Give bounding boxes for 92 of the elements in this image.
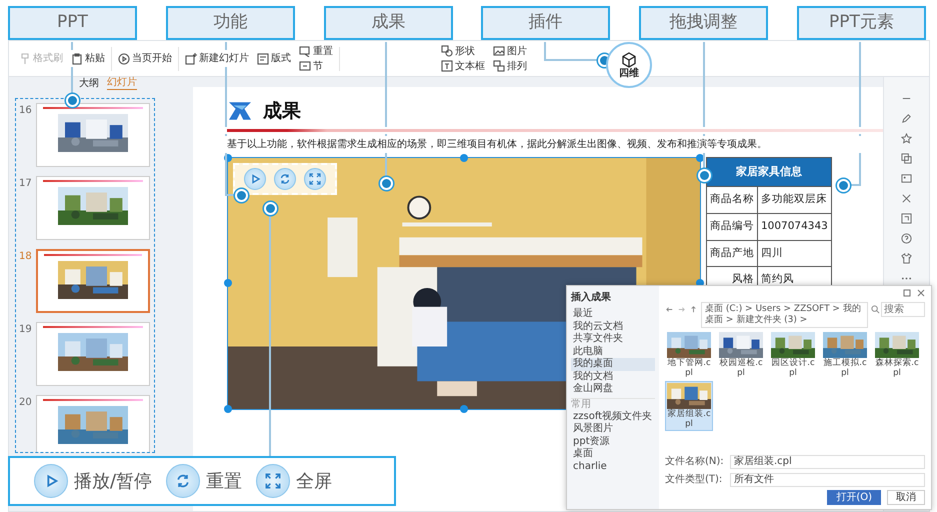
cube-icon	[621, 52, 637, 68]
toolbar-button[interactable]: 重置	[297, 44, 335, 58]
add-slide-icon	[185, 52, 197, 64]
slide-thumbnail[interactable]	[36, 103, 150, 167]
table-cell: 1007074343	[758, 213, 832, 240]
help-icon[interactable]	[901, 233, 912, 244]
section-icon	[299, 60, 311, 72]
shirt-icon[interactable]	[901, 253, 912, 264]
leader-line	[71, 67, 73, 94]
toolbar-button[interactable]: 当页开始	[116, 52, 174, 65]
logo-icon	[227, 100, 253, 122]
close-icon[interactable]	[917, 289, 925, 297]
fullscreen-icon	[265, 473, 282, 489]
table-cell: 多功能双层床	[758, 186, 832, 214]
brush-icon	[19, 52, 31, 64]
player-button[interactable]	[256, 464, 290, 498]
field-label: 文件类型(T):	[665, 472, 724, 487]
toolbar-button[interactable]: 图片	[491, 44, 529, 58]
file-item[interactable]: 森林探索.cpl	[873, 331, 921, 379]
tools-icon[interactable]	[901, 193, 912, 204]
cancel-button[interactable]: 取消	[887, 490, 925, 505]
toolbar-button[interactable]: 版式	[255, 52, 293, 65]
sidebar-item[interactable]: 风景图片	[571, 423, 655, 436]
slide-thumbnail[interactable]	[36, 249, 150, 313]
star-icon[interactable]	[901, 133, 912, 144]
sidebar-item[interactable]: ppt资源	[571, 436, 655, 448]
play-icon	[118, 52, 130, 64]
toolbar-button[interactable]: 形状	[439, 44, 487, 58]
callout-label: PPT	[8, 6, 137, 40]
panel-tab[interactable]: 大纲	[79, 78, 99, 90]
sidebar-item[interactable]: 桌面	[571, 448, 655, 460]
arrange-icon	[493, 60, 505, 72]
slide-title: 成果	[263, 99, 301, 124]
sidebar-item[interactable]: zzsoft视频文件夹	[571, 410, 655, 423]
field-label: 文件名称(N):	[665, 454, 725, 469]
toolbar-button[interactable]: 新建幻灯片	[183, 52, 251, 65]
path-field[interactable]: 桌面 (C:) > Users > ZZSOFT > 我的桌面 > 新建文件夹 (3) >	[701, 302, 868, 328]
table-cell: 商品产地	[706, 240, 758, 267]
sidebar-item[interactable]: charlie	[571, 460, 655, 473]
table-header: 家居家具信息	[706, 157, 832, 186]
toolbar-button[interactable]: 节	[297, 60, 335, 72]
player-button[interactable]	[34, 464, 68, 498]
player-button[interactable]	[166, 464, 200, 498]
reset-icon	[299, 45, 311, 57]
anchor-dot	[836, 178, 850, 192]
layout-icon	[257, 52, 269, 64]
frame-icon[interactable]	[901, 213, 912, 224]
callout-label: 功能	[166, 6, 295, 40]
slide-thumbnail[interactable]	[36, 322, 150, 386]
textbox-icon	[441, 60, 453, 72]
anchor-dot	[66, 94, 78, 106]
legend-label: 重置	[206, 470, 242, 494]
callout-label: 插件	[481, 6, 610, 40]
slide-number: 19	[19, 323, 33, 337]
open-button[interactable]: 打开(O)	[827, 490, 881, 505]
callout-label: PPT元素	[797, 6, 926, 40]
file-item[interactable]: 校园巡检.cpl	[717, 331, 765, 379]
file-item[interactable]: 园区设计.cpl	[769, 331, 817, 379]
image-icon[interactable]	[901, 173, 912, 184]
leader-line	[703, 152, 705, 168]
toolbar-button[interactable]: 排列	[491, 60, 529, 72]
search-field[interactable]: 搜索	[881, 302, 925, 317]
legend-label: 全屏	[296, 470, 332, 494]
toolbar-button[interactable]: 文本框	[439, 60, 487, 72]
legend-label: 播放/暂停	[74, 470, 152, 494]
slide-paragraph: 基于以上功能，软件根据需求生成相应的场景，即三维项目有机体，据此分解派生出图像、视频、发布和推演等专项成果。	[227, 138, 768, 150]
maximize-icon[interactable]	[903, 289, 911, 297]
table-cell: 商品编号	[706, 213, 758, 240]
shapes-icon	[441, 45, 453, 57]
copy-icon[interactable]	[901, 153, 912, 164]
clipboard-icon	[71, 52, 83, 64]
slide-number: 17	[19, 177, 33, 191]
file-type-field[interactable]: 所有文件	[730, 472, 925, 486]
file-item[interactable]: 施工模拟.cpl	[821, 331, 869, 379]
callout-label: 成果	[324, 6, 453, 40]
slide-number: 18	[19, 250, 33, 264]
reset-icon	[175, 473, 192, 489]
selection-handle[interactable]	[224, 404, 232, 412]
image-icon	[493, 45, 505, 57]
search-icon	[871, 305, 880, 314]
slide-thumbnail[interactable]	[36, 176, 150, 240]
filename-field[interactable]: 家居组装.cpl	[730, 454, 925, 468]
callout-label: 拖拽调整	[639, 6, 768, 40]
slide-thumbnail[interactable]	[36, 395, 150, 452]
pen-icon[interactable]	[901, 113, 912, 124]
slide-number: 16	[19, 104, 33, 118]
toolbar-button[interactable]: 粘贴	[69, 52, 107, 65]
anchor-dot	[698, 168, 710, 182]
slide-number: 20	[19, 396, 33, 410]
table-cell: 商品名称	[706, 186, 758, 214]
table-cell: 四川	[758, 240, 832, 267]
leader-line	[225, 67, 227, 126]
